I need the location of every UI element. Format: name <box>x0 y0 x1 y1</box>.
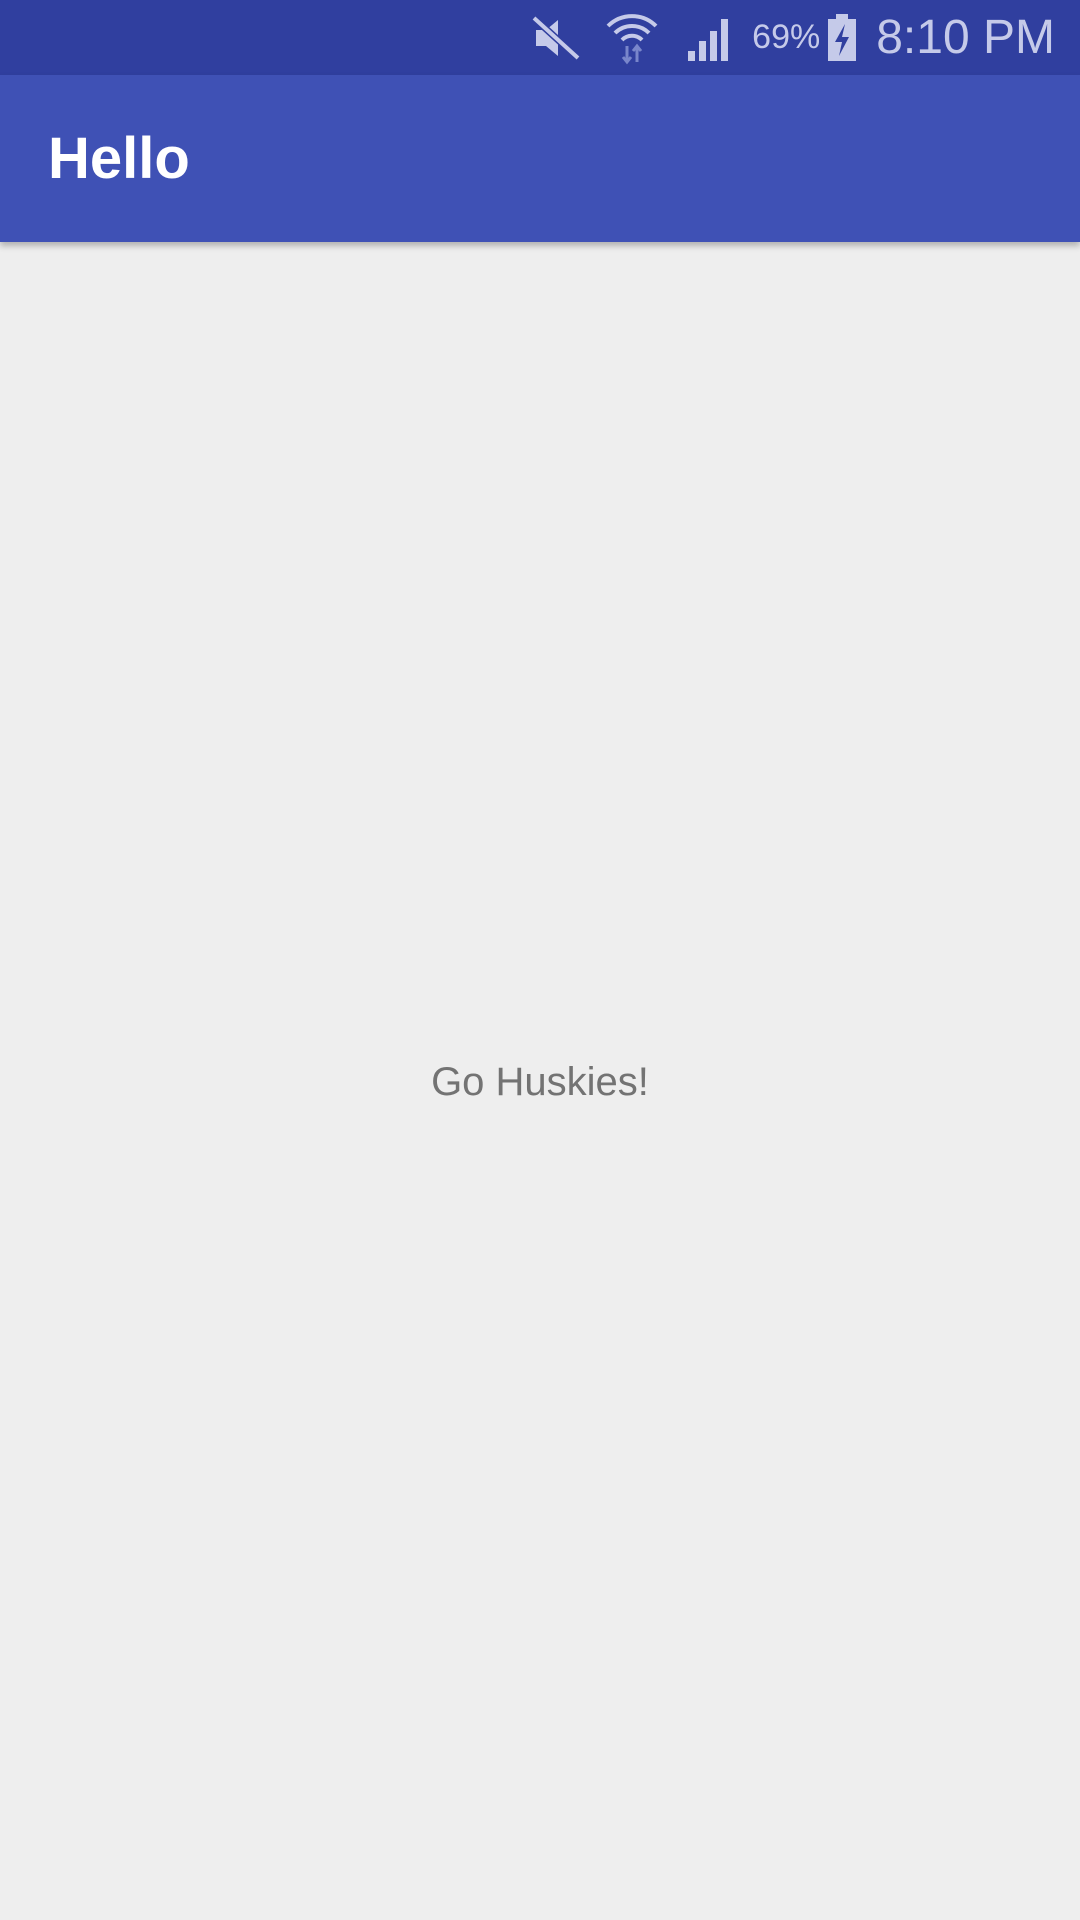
app-bar: Hello <box>0 75 1080 242</box>
wifi-icon <box>604 10 660 66</box>
screen: 69% 8:10 PM Hello Go Huskies! <box>0 0 1080 1920</box>
battery-percentage: 69% <box>752 18 821 56</box>
clock: 8:10 PM <box>876 11 1055 64</box>
status-icons: 69% 8:10 PM <box>530 0 1055 75</box>
message-text: Go Huskies! <box>431 1060 649 1104</box>
battery-charging-icon <box>826 13 858 63</box>
signal-icon <box>686 13 736 63</box>
app-title: Hello <box>48 126 190 191</box>
status-bar: 69% 8:10 PM <box>0 0 1080 75</box>
main-content: Go Huskies! <box>0 242 1080 1920</box>
mute-icon <box>530 12 582 64</box>
